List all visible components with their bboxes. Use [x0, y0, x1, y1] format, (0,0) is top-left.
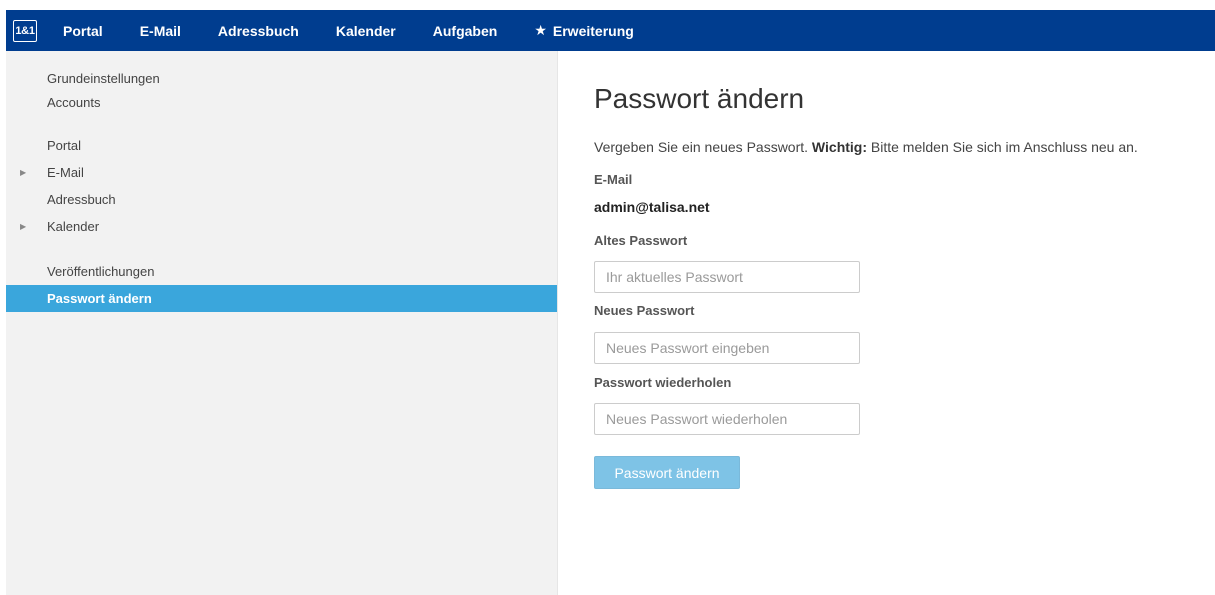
old-password-input[interactable]: [594, 261, 860, 293]
main-nav: Portal E-Mail Adressbuch Kalender Aufgab…: [63, 10, 671, 51]
nav-item-extension[interactable]: ★ Erweiterung: [534, 22, 633, 39]
sidebar-item-label: E-Mail: [47, 165, 84, 180]
top-navigation-bar: 1&1 Portal E-Mail Adressbuch Kalender Au…: [6, 10, 1215, 51]
old-password-label: Altes Passwort: [594, 233, 688, 248]
sidebar-item-label: Kalender: [47, 219, 100, 234]
sidebar-item-label: Accounts: [47, 95, 101, 110]
new-password-label: Neues Passwort: [594, 303, 695, 318]
sidebar-item-change-password[interactable]: Passwort ändern: [6, 285, 557, 312]
page-title: Passwort ändern: [594, 83, 805, 114]
sidebar-item-addressbook[interactable]: Adressbuch: [6, 186, 557, 213]
description-text-after: Bitte melden Sie sich im Anschluss neu a…: [870, 139, 1138, 155]
nav-item-label: Erweiterung: [552, 22, 634, 39]
sidebar-item-email[interactable]: ▶ E-Mail: [6, 159, 557, 186]
nav-item-tasks[interactable]: Aufgaben: [433, 23, 498, 39]
page-description: Vergeben Sie ein neues Passwort. Wichtig…: [594, 139, 1138, 155]
star-icon: ★: [534, 22, 547, 38]
sidebar-item-portal[interactable]: Portal: [6, 132, 557, 159]
nav-item-email[interactable]: E-Mail: [140, 23, 181, 39]
sidebar-item-label: Grundeinstellungen: [47, 71, 160, 86]
sidebar-item-label: Portal: [47, 138, 81, 153]
nav-item-portal[interactable]: Portal: [63, 23, 103, 39]
repeat-password-label: Passwort wiederholen: [594, 375, 732, 390]
sidebar-item-label: Veröffentlichungen: [47, 264, 155, 279]
nav-item-label: Kalender: [335, 22, 396, 39]
settings-sidebar: Grundeinstellungen Accounts Portal ▶ E-M…: [6, 51, 558, 595]
email-label: E-Mail: [594, 172, 633, 187]
nav-item-label: Portal: [63, 22, 103, 39]
settings-app: 1&1 Portal E-Mail Adressbuch Kalender Au…: [0, 0, 1215, 595]
caret-right-icon[interactable]: ▶: [20, 159, 26, 186]
sidebar-item-calendar[interactable]: ▶ Kalender: [6, 213, 557, 240]
nav-item-addressbook[interactable]: Adressbuch: [218, 23, 299, 39]
description-text: Vergeben Sie ein neues Passwort.: [594, 139, 809, 155]
nav-item-calendar[interactable]: Kalender: [336, 23, 396, 39]
sidebar-item-general-settings[interactable]: Grundeinstellungen: [6, 65, 557, 92]
change-password-button[interactable]: Passwort ändern: [594, 456, 740, 489]
brand-logo[interactable]: 1&1: [13, 19, 37, 42]
sidebar-item-accounts[interactable]: Accounts: [6, 89, 557, 116]
new-password-input[interactable]: [594, 332, 860, 364]
nav-item-label: Aufgaben: [432, 22, 498, 39]
caret-right-icon[interactable]: ▶: [20, 213, 26, 240]
email-value: admin@talisa.net: [594, 199, 710, 215]
sidebar-item-label: Adressbuch: [47, 192, 116, 207]
nav-item-label: E-Mail: [139, 22, 181, 39]
sidebar-item-publications[interactable]: Veröffentlichungen: [6, 258, 557, 285]
repeat-password-input[interactable]: [594, 403, 860, 435]
nav-item-label: Adressbuch: [217, 22, 299, 39]
description-important: Wichtig:: [811, 139, 868, 155]
sidebar-item-label: Passwort ändern: [47, 291, 152, 306]
